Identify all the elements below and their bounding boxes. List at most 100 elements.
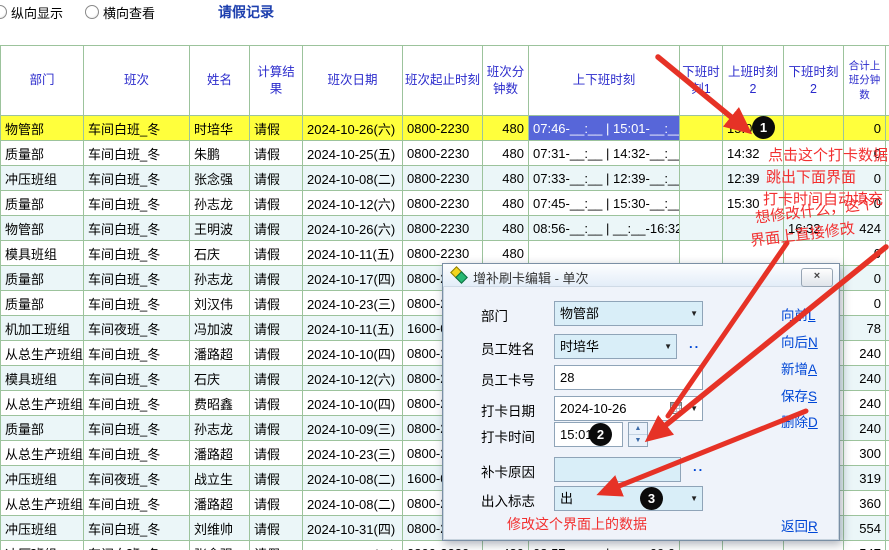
- cell-off1[interactable]: [680, 191, 723, 216]
- cell-date[interactable]: 2024-10-23(三): [303, 441, 403, 466]
- table-row[interactable]: 质量部车间白班_冬朱鹏请假2024-10-25(五)0800-223048007…: [1, 141, 889, 166]
- cell-date[interactable]: 2024-10-08(二): [303, 491, 403, 516]
- cell-total[interactable]: 240: [844, 391, 886, 416]
- browse-dots-button[interactable]: ..: [693, 459, 704, 474]
- cell-mins[interactable]: 480: [483, 541, 529, 550]
- cell-range[interactable]: 0800-2230: [403, 216, 483, 241]
- cell-on2[interactable]: [723, 241, 784, 266]
- cell-name[interactable]: 潘路超: [190, 491, 250, 516]
- cell-off2[interactable]: [784, 141, 844, 166]
- cell-mins[interactable]: 480: [483, 191, 529, 216]
- leave-records-link[interactable]: 请假记录: [218, 2, 274, 22]
- cell-off2[interactable]: [784, 116, 844, 141]
- cell-result[interactable]: 请假: [250, 491, 303, 516]
- cell-punch[interactable]: 08:56-__:__ | __:__-16:32: [529, 216, 680, 241]
- cell-name[interactable]: 孙志龙: [190, 191, 250, 216]
- cell-date[interactable]: 2024-10-17(四): [303, 266, 403, 291]
- cell-date[interactable]: 2024-10-10(四): [303, 391, 403, 416]
- cell-on2[interactable]: 12:39: [723, 166, 784, 191]
- cell-dept[interactable]: 冲压班组: [1, 516, 84, 541]
- close-icon[interactable]: ×: [801, 268, 833, 287]
- radio-horizontal-view[interactable]: 横向查看: [85, 4, 155, 20]
- cell-date[interactable]: 2024-10-11(五): [303, 316, 403, 341]
- cell-dept[interactable]: 从总生产班组: [1, 441, 84, 466]
- cell-date[interactable]: 2024-10-12(六): [303, 191, 403, 216]
- cell-name[interactable]: 石庆: [190, 241, 250, 266]
- dialog-button-a[interactable]: 新增A: [781, 358, 817, 378]
- cell-dept[interactable]: 冲压班组: [1, 541, 84, 550]
- cell-dept[interactable]: 质量部: [1, 291, 84, 316]
- cell-name[interactable]: 潘路超: [190, 341, 250, 366]
- cell-shift[interactable]: 车间白班_冬: [84, 191, 190, 216]
- cell-dept[interactable]: 冲压班组: [1, 166, 84, 191]
- cell-name[interactable]: 朱鹏: [190, 141, 250, 166]
- table-row[interactable]: 物管部车间白班_冬时培华请假2024-10-26(六)0800-22304800…: [1, 116, 889, 141]
- cell-shift[interactable]: 车间白班_冬: [84, 366, 190, 391]
- cell-date[interactable]: 2024-10-12(六): [303, 366, 403, 391]
- field-input-1[interactable]: 物管部▼: [554, 301, 703, 326]
- dialog-button-l[interactable]: 向前L: [781, 304, 816, 324]
- cell-dept[interactable]: 机加工班组: [1, 316, 84, 341]
- cell-name[interactable]: 张念强: [190, 166, 250, 191]
- cell-total[interactable]: 0: [844, 241, 886, 266]
- cell-shift[interactable]: 车间白班_冬: [84, 416, 190, 441]
- cell-dept[interactable]: 质量部: [1, 266, 84, 291]
- cell-off1[interactable]: [680, 216, 723, 241]
- cell-off2[interactable]: [784, 166, 844, 191]
- cell-off2[interactable]: 16:32: [784, 216, 844, 241]
- field-input-4[interactable]: 2024-10-26▼: [554, 396, 703, 421]
- cell-total[interactable]: 424: [844, 216, 886, 241]
- cell-mins[interactable]: 480: [483, 166, 529, 191]
- cell-date[interactable]: 2024-10-11(五): [303, 241, 403, 266]
- cell-mins[interactable]: 480: [483, 116, 529, 141]
- cell-dept[interactable]: 质量部: [1, 191, 84, 216]
- chevron-down-icon[interactable]: ▼: [664, 335, 672, 358]
- cell-shift[interactable]: 车间白班_冬: [84, 341, 190, 366]
- cell-result[interactable]: 请假: [250, 166, 303, 191]
- cell-result[interactable]: 请假: [250, 341, 303, 366]
- field-input-3[interactable]: 28: [554, 365, 703, 390]
- cell-shift[interactable]: 车间白班_冬: [84, 216, 190, 241]
- cell-result[interactable]: 请假: [250, 416, 303, 441]
- browse-dots-button[interactable]: ..: [689, 336, 700, 351]
- chevron-down-icon[interactable]: ▼: [690, 397, 698, 420]
- cell-result[interactable]: 请假: [250, 441, 303, 466]
- cell-on2[interactable]: 15:01: [723, 116, 784, 141]
- cell-dept[interactable]: 从总生产班组: [1, 341, 84, 366]
- cell-name[interactable]: 王明波: [190, 216, 250, 241]
- cell-result[interactable]: 请假: [250, 466, 303, 491]
- cell-mins[interactable]: 480: [483, 216, 529, 241]
- cell-total[interactable]: 0: [844, 166, 886, 191]
- cell-off1[interactable]: [680, 241, 723, 266]
- cell-punch[interactable]: 07:31-__:__ | 14:32-__:__: [529, 141, 680, 166]
- table-row[interactable]: 冲压班组车间白班_冬张念强请假2024-10-08(二)0800-2230480…: [1, 166, 889, 191]
- cell-shift[interactable]: 车间夜班_冬: [84, 466, 190, 491]
- cell-total[interactable]: 554: [844, 516, 886, 541]
- cell-total[interactable]: 319: [844, 466, 886, 491]
- cell-total[interactable]: 547: [844, 541, 886, 550]
- dialog-button-n[interactable]: 向后N: [781, 331, 818, 351]
- cell-date[interactable]: 2024-10-28(一): [303, 541, 403, 550]
- cell-date[interactable]: 2024-10-26(六): [303, 116, 403, 141]
- cell-off1[interactable]: [680, 166, 723, 191]
- cell-mins[interactable]: 480: [483, 241, 529, 266]
- cell-total[interactable]: 0: [844, 266, 886, 291]
- cell-total[interactable]: 240: [844, 366, 886, 391]
- table-row[interactable]: 冲压班组车间白班_冬张念强请假2024-10-28(一)0800-2230480…: [1, 541, 889, 550]
- cell-range[interactable]: 0800-2230: [403, 166, 483, 191]
- cell-name[interactable]: 战立生: [190, 466, 250, 491]
- cell-range[interactable]: 0800-2230: [403, 541, 483, 550]
- table-row[interactable]: 质量部车间白班_冬孙志龙请假2024-10-12(六)0800-22304800…: [1, 191, 889, 216]
- cell-total[interactable]: 300: [844, 441, 886, 466]
- cell-dept[interactable]: 模具班组: [1, 241, 84, 266]
- dialog-button-d[interactable]: 删除D: [781, 411, 818, 431]
- dialog-titlebar[interactable]: 增补刷卡编辑 - 单次 ×: [443, 264, 839, 287]
- cell-result[interactable]: 请假: [250, 116, 303, 141]
- cell-shift[interactable]: 车间白班_冬: [84, 116, 190, 141]
- cell-total[interactable]: 240: [844, 416, 886, 441]
- cell-range[interactable]: 0800-2230: [403, 141, 483, 166]
- cell-date[interactable]: 2024-10-08(二): [303, 166, 403, 191]
- cell-punch[interactable]: 07:45-__:__ | 15:30-__:__: [529, 191, 680, 216]
- spinner-down-icon[interactable]: ▼: [629, 435, 647, 446]
- chevron-down-icon[interactable]: ▼: [690, 302, 698, 325]
